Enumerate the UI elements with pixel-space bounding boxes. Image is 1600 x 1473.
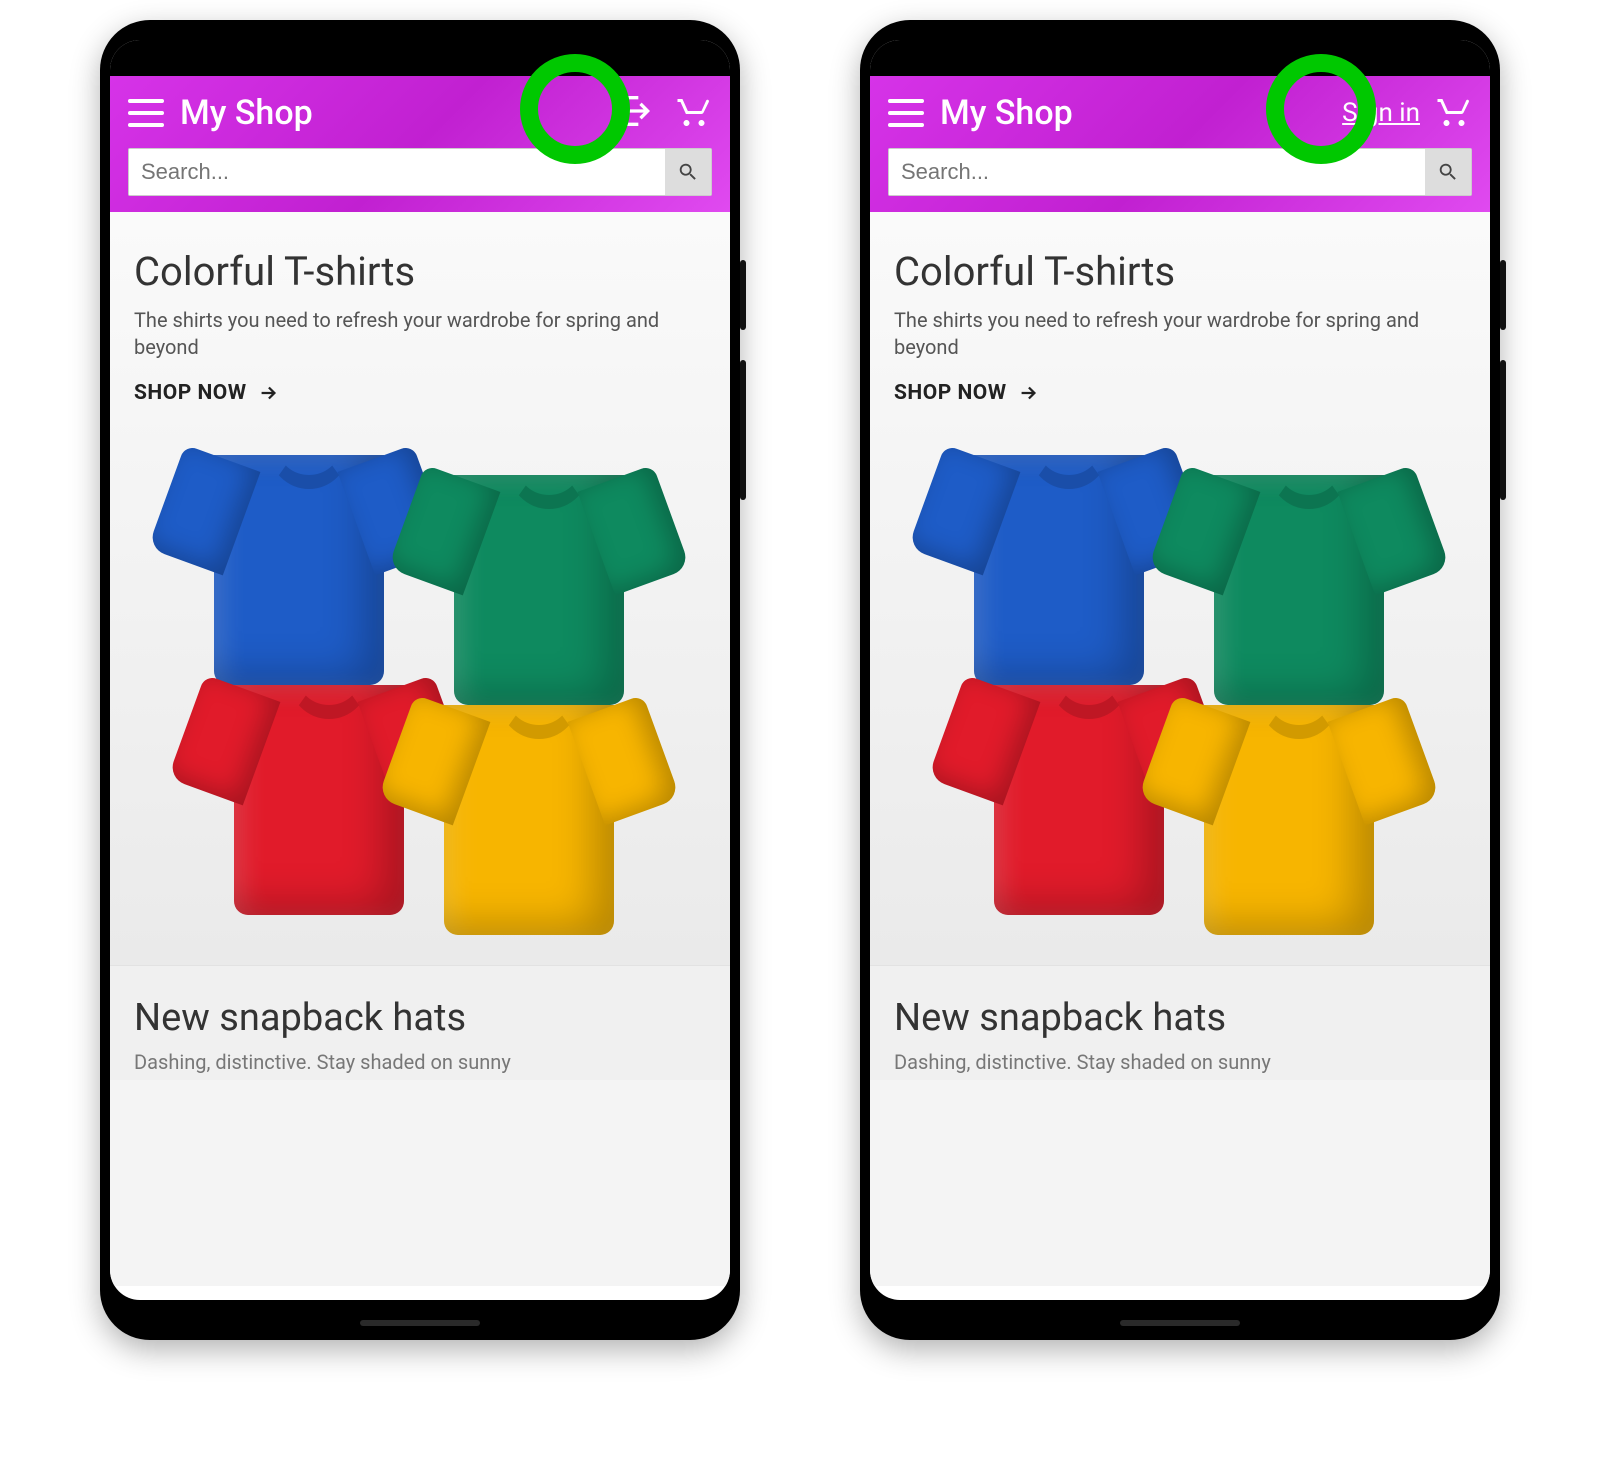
hero-image — [134, 425, 706, 945]
search-input[interactable] — [129, 149, 665, 195]
hero-subtitle: The shirts you need to refresh your ward… — [134, 307, 706, 361]
arrow-right-icon — [257, 382, 279, 404]
section-hats-title: New snapback hats — [894, 996, 1466, 1040]
search-bar — [888, 148, 1472, 196]
section-hats-title: New snapback hats — [134, 996, 706, 1040]
hero-image — [894, 425, 1466, 945]
hero-title: Colorful T-shirts — [134, 248, 706, 295]
screen: My Shop Sign in Colorful T-shirts The sh… — [870, 40, 1490, 1300]
tshirt-yellow — [1144, 675, 1434, 965]
tshirt-yellow — [384, 675, 674, 965]
status-bar — [870, 40, 1490, 76]
section-hats: New snapback hats Dashing, distinctive. … — [870, 965, 1490, 1080]
shop-now-label: SHOP NOW — [894, 381, 1007, 405]
search-icon — [677, 161, 699, 183]
page-content: Colorful T-shirts The shirts you need to… — [110, 212, 730, 1286]
app-bar: My Shop — [110, 76, 730, 212]
page-content: Colorful T-shirts The shirts you need to… — [870, 212, 1490, 1286]
app-bar-row: My Shop Sign in — [888, 88, 1472, 138]
menu-icon[interactable] — [128, 99, 164, 127]
arrow-right-icon — [1017, 382, 1039, 404]
power-button — [740, 360, 746, 500]
shop-now-label: SHOP NOW — [134, 381, 247, 405]
shop-now-link[interactable]: SHOP NOW — [894, 381, 1466, 405]
hero-title: Colorful T-shirts — [894, 248, 1466, 295]
app-title: My Shop — [940, 93, 1073, 133]
hero-section: Colorful T-shirts The shirts you need to… — [110, 212, 730, 965]
shop-now-link[interactable]: SHOP NOW — [134, 381, 706, 405]
app-bar-row: My Shop — [128, 88, 712, 138]
volume-button — [740, 260, 746, 330]
search-button[interactable] — [1425, 149, 1471, 195]
volume-button — [1500, 260, 1506, 330]
device-frame: My Shop Colorful T-shirts The s — [100, 20, 740, 1340]
status-bar — [110, 40, 730, 76]
cart-icon[interactable] — [1436, 93, 1472, 133]
hero-subtitle: The shirts you need to refresh your ward… — [894, 307, 1466, 361]
search-button[interactable] — [665, 149, 711, 195]
section-hats: New snapback hats Dashing, distinctive. … — [110, 965, 730, 1080]
screen: My Shop Colorful T-shirts The s — [110, 40, 730, 1300]
hero-section: Colorful T-shirts The shirts you need to… — [870, 212, 1490, 965]
menu-icon[interactable] — [888, 99, 924, 127]
app-title: My Shop — [180, 93, 313, 133]
power-button — [1500, 360, 1506, 500]
signin-link[interactable]: Sign in — [1342, 98, 1420, 128]
section-hats-subtitle: Dashing, distinctive. Stay shaded on sun… — [134, 1050, 706, 1074]
search-input[interactable] — [889, 149, 1425, 195]
section-hats-subtitle: Dashing, distinctive. Stay shaded on sun… — [894, 1050, 1466, 1074]
login-icon[interactable] — [620, 91, 660, 135]
search-icon — [1437, 161, 1459, 183]
search-bar — [128, 148, 712, 196]
app-bar: My Shop Sign in — [870, 76, 1490, 212]
cart-icon[interactable] — [676, 93, 712, 133]
device-frame: My Shop Sign in Colorful T-shirts The sh… — [860, 20, 1500, 1340]
